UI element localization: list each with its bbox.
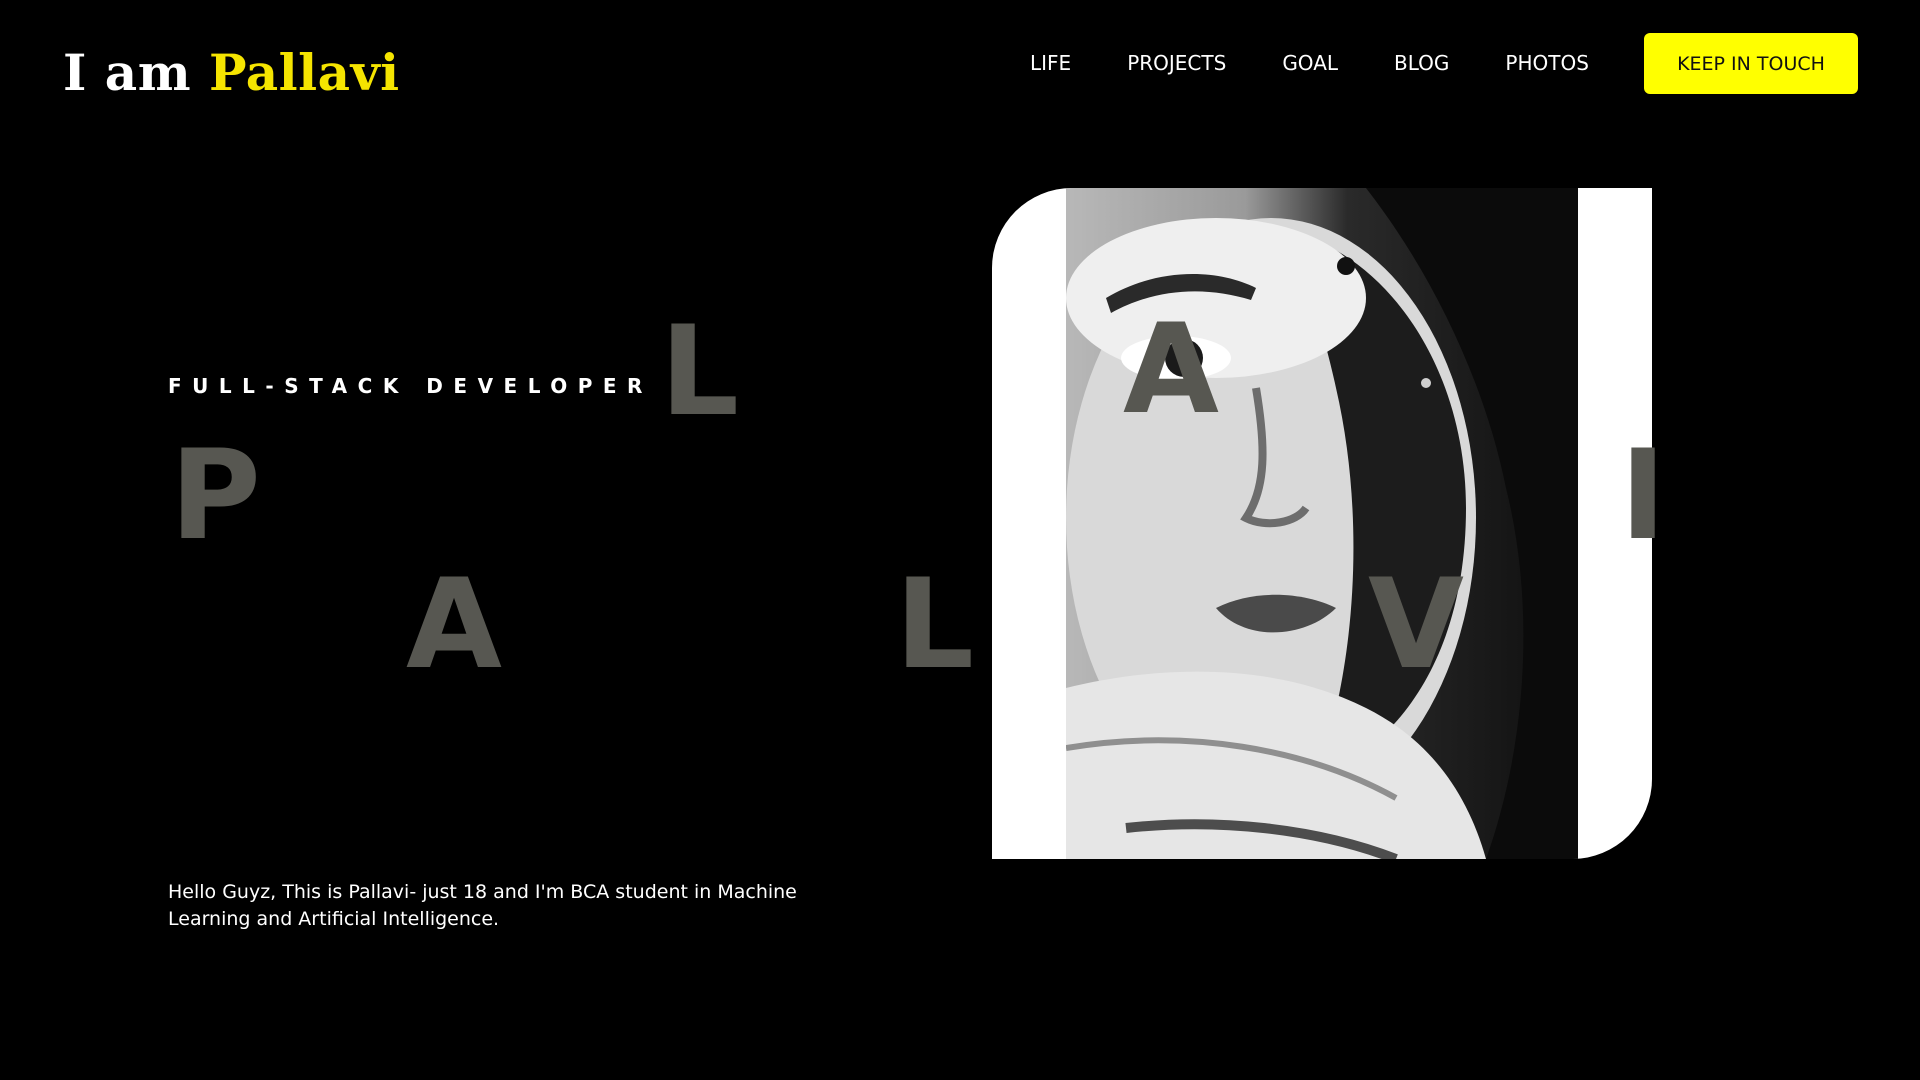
hero-big-letter: L: [895, 553, 975, 697]
nav-link-photos[interactable]: PHOTOS: [1505, 51, 1589, 75]
hero-big-letter: A: [1123, 298, 1219, 442]
profile-photo-card: [992, 188, 1652, 859]
hero-big-letter: A: [406, 553, 502, 697]
portrait-photo: [1066, 188, 1578, 859]
hero-subtitle: FULL-STACK DEVELOPER: [168, 374, 653, 398]
site-logo[interactable]: I am Pallavi: [63, 38, 400, 108]
hero-big-letter: P: [170, 424, 261, 568]
logo-name-text: Pallavi: [209, 43, 400, 102]
hero-intro-text: Hello Guyz, This is Pallavi- just 18 and…: [168, 881, 797, 930]
keep-in-touch-button[interactable]: KEEP IN TOUCH: [1644, 33, 1858, 94]
hero-big-letter: I: [1620, 424, 1667, 568]
nav-link-projects[interactable]: PROJECTS: [1127, 51, 1226, 75]
portrait-illustration: [1066, 188, 1578, 859]
logo-lead-text: I am: [63, 43, 192, 102]
main-nav: LIFE PROJECTS GOAL BLOG PHOTOS: [1030, 30, 1645, 96]
nav-link-blog[interactable]: BLOG: [1394, 51, 1449, 75]
hero-big-letter: L: [660, 300, 740, 444]
hero-big-letter: V: [1368, 553, 1464, 697]
nav-link-life[interactable]: LIFE: [1030, 51, 1071, 75]
nav-link-goal[interactable]: GOAL: [1282, 51, 1338, 75]
